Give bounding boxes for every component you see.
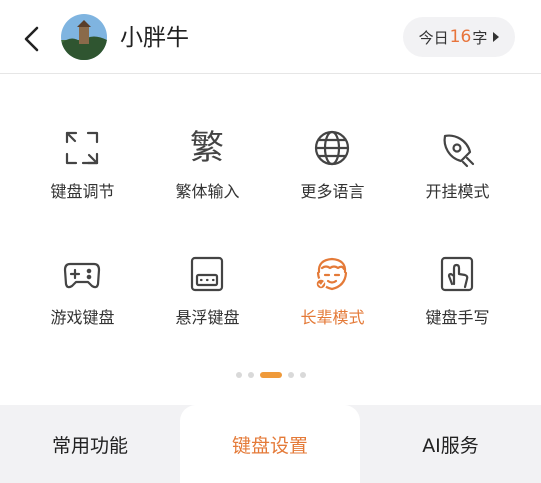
feature-floating-keyboard[interactable]: 悬浮键盘 (145, 234, 270, 334)
floating-keyboard-icon (187, 254, 227, 294)
feature-label: 繁体输入 (175, 182, 240, 201)
feature-label: 悬浮键盘 (175, 308, 240, 327)
page-dot[interactable] (287, 372, 294, 378)
word-count-prefix: 今日 (418, 28, 449, 47)
feature-traditional-input[interactable]: 繁 繁体输入 (145, 108, 270, 208)
word-count-value: 16 (449, 27, 472, 47)
bottom-tab-bar: 常用功能 键盘设置 AI服务 (0, 405, 541, 483)
tab-common-functions[interactable]: 常用功能 (0, 405, 180, 483)
feature-more-languages[interactable]: 更多语言 (270, 108, 395, 208)
page-dot-current[interactable] (259, 372, 282, 378)
globe-icon (312, 128, 352, 168)
feature-label: 开挂模式 (425, 182, 490, 201)
tab-ai-services[interactable]: AI服务 (360, 405, 541, 483)
page-dot[interactable] (299, 372, 306, 378)
page-dot[interactable] (247, 372, 254, 378)
header-divider (0, 73, 541, 74)
resize-icon (62, 128, 102, 168)
user-name: 小胖牛 (120, 25, 189, 51)
tab-keyboard-settings[interactable]: 键盘设置 (180, 405, 360, 483)
rocket-icon (437, 128, 477, 168)
feature-handwriting[interactable]: 键盘手写 (395, 234, 520, 334)
play-arrow-icon (493, 32, 500, 42)
feature-boost-mode[interactable]: 开挂模式 (395, 108, 520, 208)
avatar[interactable] (61, 14, 107, 60)
feature-label: 长辈模式 (300, 308, 365, 327)
elder-face-icon (312, 254, 352, 294)
back-icon[interactable] (18, 24, 48, 54)
gamepad-icon (62, 254, 102, 294)
page-dot[interactable] (235, 372, 242, 378)
feature-game-keyboard[interactable]: 游戏键盘 (20, 234, 145, 334)
feature-label: 游戏键盘 (50, 308, 115, 327)
word-count-suffix: 字 (472, 28, 488, 47)
feature-label: 更多语言 (300, 182, 365, 201)
feature-keyboard-adjust[interactable]: 键盘调节 (20, 108, 145, 208)
traditional-char-icon: 繁 (190, 128, 224, 168)
word-count-badge[interactable]: 今日 16 字 (403, 17, 515, 57)
header-bar: 小胖牛 今日 16 字 (0, 0, 541, 74)
handwriting-icon (437, 254, 477, 294)
feature-label: 键盘手写 (425, 308, 490, 327)
page-indicator (0, 370, 541, 380)
feature-label: 键盘调节 (50, 182, 115, 201)
feature-elder-mode[interactable]: 长辈模式 (270, 234, 395, 334)
